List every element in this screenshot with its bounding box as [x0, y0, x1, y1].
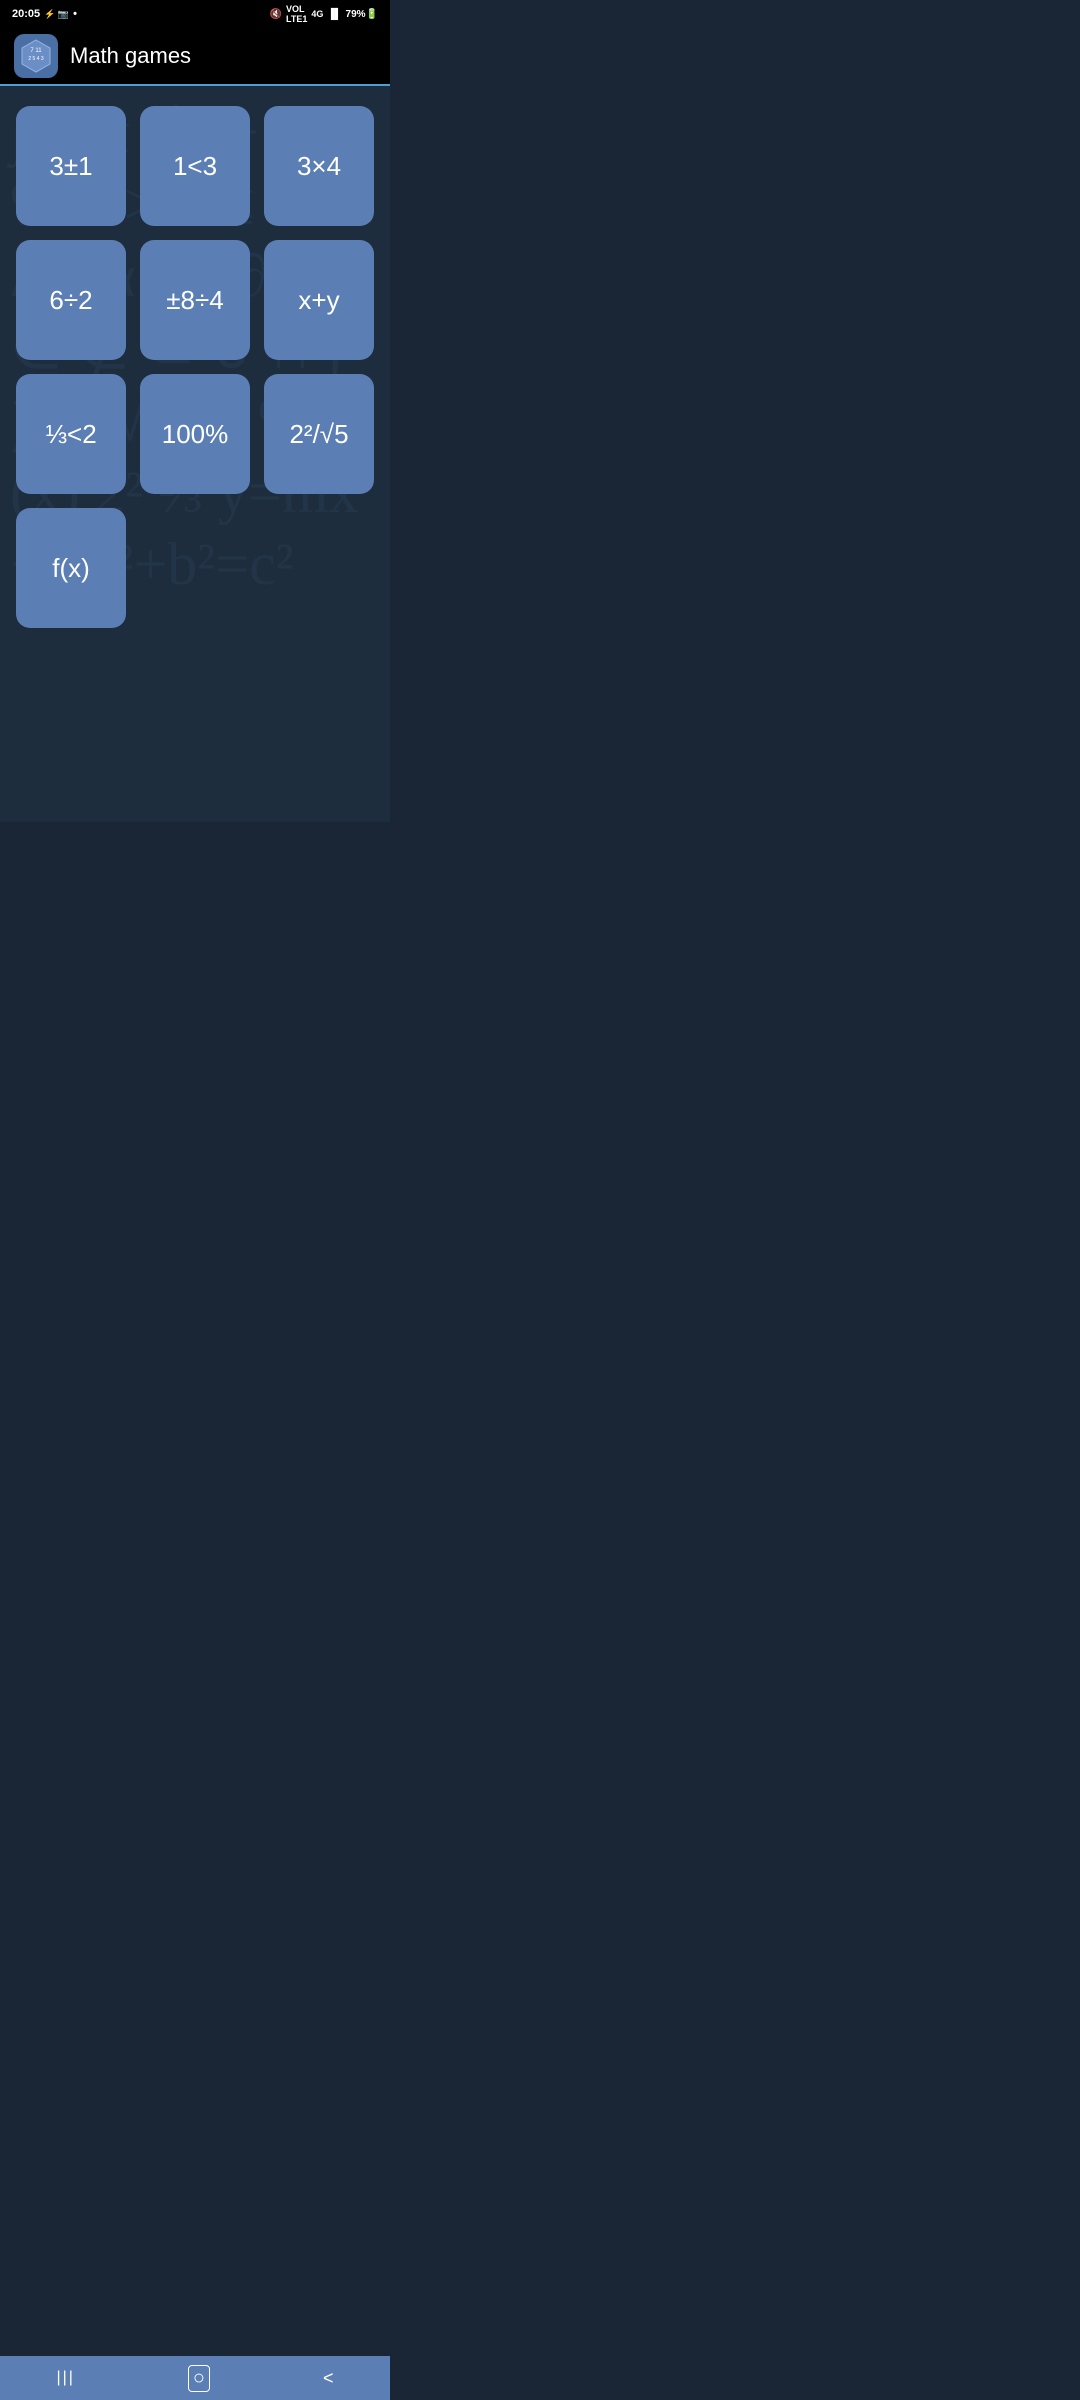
game-card-algebra[interactable]: x+y [264, 240, 374, 360]
game-card-divide[interactable]: 6÷2 [16, 240, 126, 360]
game-card-plus-minus[interactable]: 3±1 [16, 106, 126, 226]
game-card-multiply[interactable]: 3×4 [264, 106, 374, 226]
network-4g: 4G [311, 9, 323, 19]
game-card-empty [264, 508, 374, 628]
battery-percent: 79%🔋 [346, 9, 378, 20]
app-logo-svg: 7 11 2 5 4 3 [18, 38, 54, 74]
signal-text: VOLLTE1 [286, 4, 307, 24]
app-bar: 7 11 2 5 4 3 Math games [0, 28, 390, 86]
recent-apps-button[interactable]: ||| [36, 2361, 94, 2395]
main-content: ∫ ∑ π √ ² ÷ × ± % < > = ≤ ≥ ∞ Δ θ α β γ … [0, 86, 390, 822]
status-time-section: 20:05 ⚡ 📷 • [12, 8, 77, 20]
games-grid: 3±11<33×4 6÷2±8÷4x+y ⅓<2100%2²/√5 f(x) [16, 106, 374, 628]
status-bar: 20:05 ⚡ 📷 • 🔇 VOLLTE1 4G ▐▌ 79%🔋 [0, 0, 390, 28]
game-card-percent[interactable]: 100% [140, 374, 250, 494]
game-card-functions[interactable]: f(x) [16, 508, 126, 628]
signal-bars-icon: ▐▌ [327, 9, 341, 20]
mute-icon: 🔇 [270, 9, 282, 20]
game-card-empty [140, 508, 250, 628]
svg-text:2 5 4 3: 2 5 4 3 [28, 56, 44, 62]
game-card-less-than[interactable]: 1<3 [140, 106, 250, 226]
game-card-signed-divide[interactable]: ±8÷4 [140, 240, 250, 360]
game-card-fractions[interactable]: ⅓<2 [16, 374, 126, 494]
svg-text:7 11: 7 11 [30, 48, 42, 54]
app-title: Math games [70, 43, 191, 69]
nav-bar: ||| ○ < [0, 2356, 390, 2400]
status-icons-section: 🔇 VOLLTE1 4G ▐▌ 79%🔋 [270, 4, 378, 24]
app-icon: 7 11 2 5 4 3 [14, 34, 58, 78]
dot-indicator: • [73, 8, 77, 20]
game-card-power-root[interactable]: 2²/√5 [264, 374, 374, 494]
time-display: 20:05 [12, 8, 40, 20]
home-button[interactable]: ○ [168, 2357, 230, 2400]
activity-icons: ⚡ 📷 [44, 9, 69, 20]
back-button[interactable]: < [303, 2360, 354, 2397]
